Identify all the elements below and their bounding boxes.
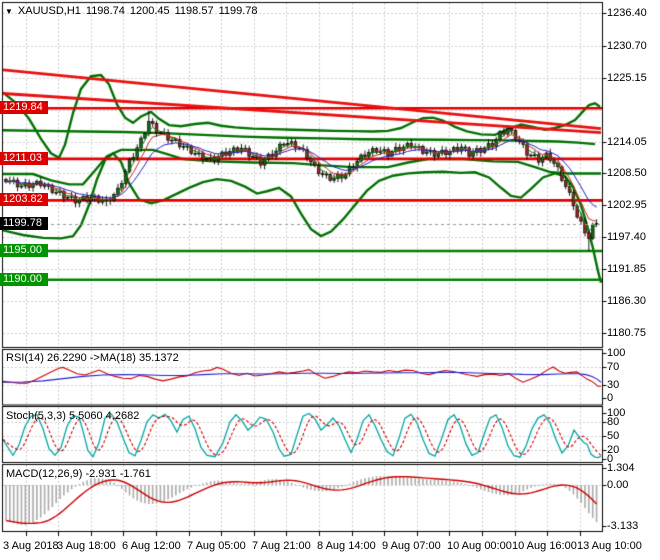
price-axis-label: 1197.40 [607,231,646,244]
price-axis-label: 1225.15 [607,71,647,84]
rsi-axis-label: 70 [607,360,620,373]
chart-symbol-period: XAUUSD,H1 [17,5,81,17]
time-axis-label: 8 Aug 14:00 [317,540,376,552]
ohlc-open: 1198.74 [85,5,125,17]
ohlc-close: 1199.78 [218,5,258,17]
macd-axis-label: 0.00 [607,479,629,491]
ohlc-low: 1198.57 [174,5,214,17]
price-axis-label: 1186.30 [607,295,646,308]
time-axis-label: 7 Aug 05:00 [187,540,246,552]
current-price-badge: 1199.78 [0,216,48,230]
price-axis-label: 1214.05 [607,135,647,148]
rsi-axis-label: 100 [607,347,626,359]
macd-axis-label: -3.133 [607,520,639,533]
stoch-axis-label: 50 [607,429,620,442]
resistance-price-badge: 1219.84 [0,101,48,115]
price-axis-label: 1230.70 [607,39,647,52]
resistance-price-badge: 1203.82 [0,193,48,207]
time-axis-label: 3 Aug 2018 [3,540,59,552]
macd-axis-label: 1.304 [607,461,635,474]
macd-indicator-label: MACD(12,26,9) -2.931 -1.761 [6,468,151,480]
ohlc-high: 1200.45 [129,5,170,17]
price-axis-label: 1236.40 [607,7,647,19]
stoch-axis-label: 80 [607,415,620,428]
time-axis-label: 13 Aug 10:00 [577,540,642,552]
support-price-badge: 1190.00 [0,272,48,286]
time-axis-label: 6 Aug 12:00 [122,540,181,552]
price-axis-label: 1180.75 [607,326,646,339]
mt4-chart-window: ▼ XAUUSD,H1 1198.74 1200.45 1198.57 1199.78 R… [0,0,660,560]
time-axis-label: 10 Aug 16:00 [512,540,577,552]
symbol-dropdown-icon[interactable]: ▼ [5,7,13,16]
rsi-axis-label: 0 [607,392,614,404]
time-axis-label: 10 Aug 00:00 [447,540,512,552]
stoch-indicator-label: Stoch(5,3,3) 5.5060 4.2682 [6,410,140,422]
time-axis-label: 9 Aug 07:00 [382,540,441,552]
time-axis-label: 7 Aug 21:00 [252,540,311,552]
price-axis-label: 1191.85 [607,263,646,276]
support-price-badge: 1195.00 [0,244,48,258]
price-axis-label: 1202.95 [607,199,647,212]
rsi-indicator-label: RSI(14) 26.2290 ->MA(18) 35.1372 [6,352,179,364]
rsi-axis-label: 30 [607,378,620,391]
time-axis-label: 3 Aug 18:00 [57,540,116,552]
price-axis-label: 1208.50 [607,167,647,180]
chart-title: ▼ XAUUSD,H1 1198.74 1200.45 1198.57 1199.78 [5,5,263,17]
resistance-price-badge: 1211.03 [0,151,48,165]
